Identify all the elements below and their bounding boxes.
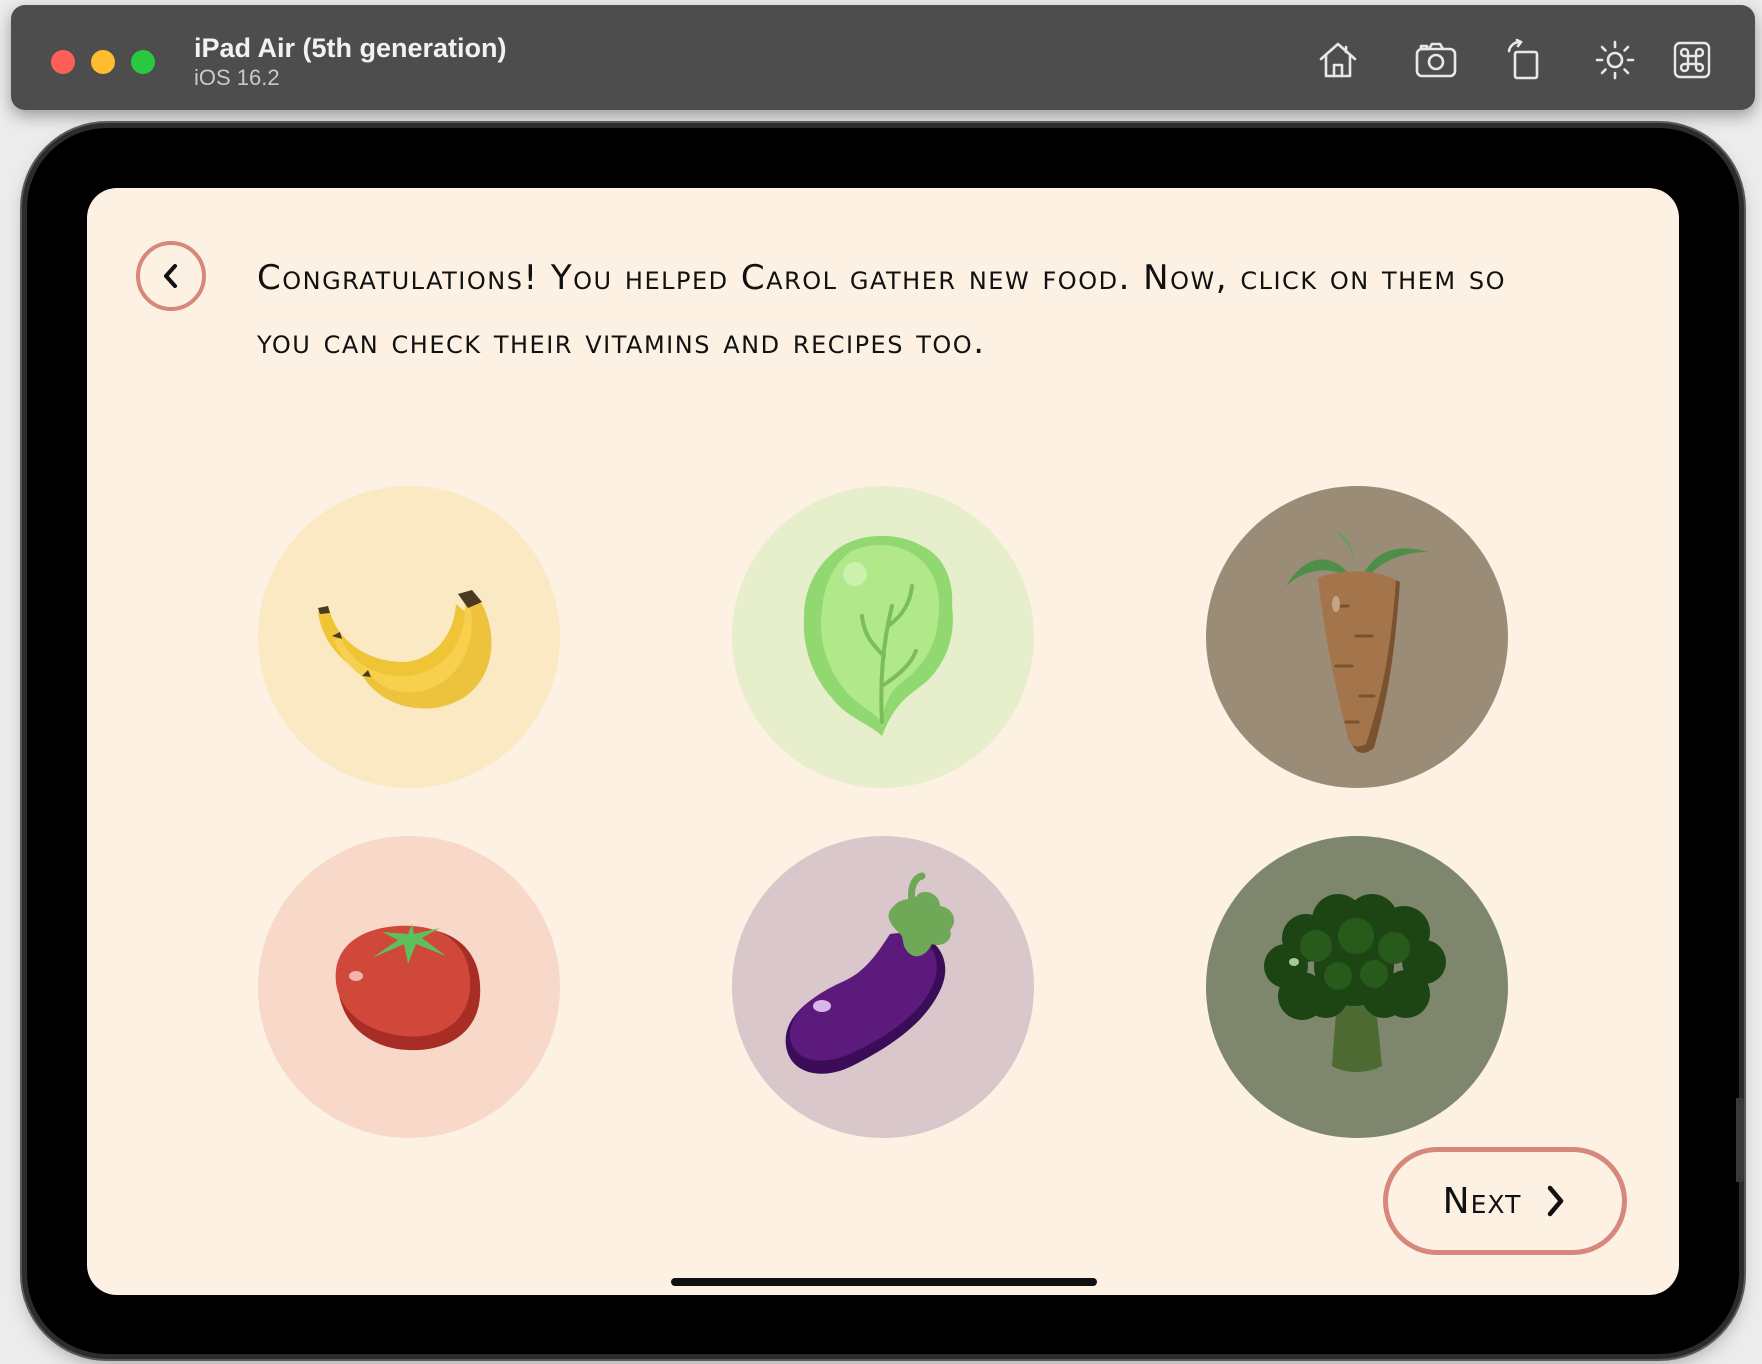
- device-name: iPad Air (5th generation): [194, 33, 507, 63]
- simulator-titlebar: iPad Air (5th generation) iOS 16.2: [11, 5, 1755, 110]
- broccoli-icon: [1206, 836, 1508, 1138]
- app-screen: Congratulations! You helped Carol gather…: [87, 188, 1679, 1295]
- eggplant-icon: [732, 836, 1034, 1138]
- os-version: iOS 16.2: [194, 65, 280, 90]
- device-side-button: [1736, 1098, 1744, 1182]
- close-window-button[interactable]: [51, 50, 75, 74]
- food-tomato[interactable]: [258, 836, 560, 1138]
- minimize-window-button[interactable]: [91, 50, 115, 74]
- screenshot-icon[interactable]: [1413, 37, 1459, 83]
- food-eggplant[interactable]: [732, 836, 1034, 1138]
- food-broccoli[interactable]: [1206, 836, 1508, 1138]
- food-lettuce[interactable]: [732, 486, 1034, 788]
- rotate-icon[interactable]: [1501, 37, 1547, 83]
- tomato-icon: [258, 836, 560, 1138]
- appearance-icon[interactable]: [1592, 37, 1638, 83]
- home-icon[interactable]: [1315, 37, 1361, 83]
- carrot-icon: [1206, 486, 1508, 788]
- home-indicator[interactable]: [671, 1278, 1097, 1286]
- command-icon[interactable]: [1669, 37, 1715, 83]
- food-banana[interactable]: [258, 486, 560, 788]
- food-carrot[interactable]: [1206, 486, 1508, 788]
- congratulations-message: Congratulations! You helped Carol gather…: [257, 258, 1507, 362]
- zoom-window-button[interactable]: [131, 50, 155, 74]
- chevron-right-icon: [1548, 1185, 1564, 1217]
- back-button[interactable]: [136, 241, 206, 311]
- next-button-label: Next: [1442, 1180, 1522, 1222]
- ipad-device-frame: Congratulations! You helped Carol gather…: [27, 128, 1739, 1354]
- chevron-left-icon: [164, 264, 177, 288]
- lettuce-icon: [732, 486, 1034, 788]
- next-button[interactable]: Next: [1383, 1147, 1627, 1255]
- banana-icon: [258, 486, 560, 788]
